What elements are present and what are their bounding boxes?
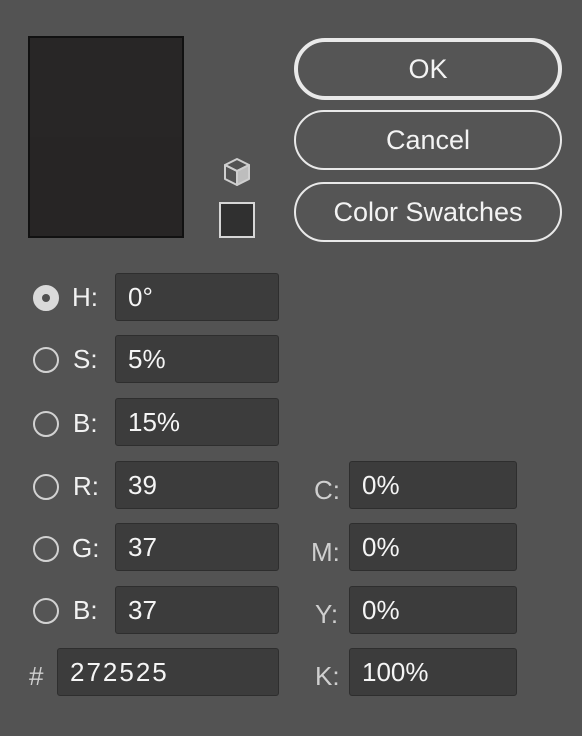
websafe-color-swatch[interactable] <box>219 202 255 238</box>
hex-input[interactable]: 272525 <box>57 648 279 696</box>
cancel-button[interactable]: Cancel <box>294 110 562 170</box>
ok-button[interactable]: OK <box>294 38 562 100</box>
green-radio[interactable] <box>33 536 59 562</box>
cyan-label: C: <box>314 475 340 505</box>
saturation-radio[interactable] <box>33 347 59 373</box>
blue-label: B: <box>73 595 98 625</box>
brightness-label: B: <box>73 408 98 438</box>
green-input[interactable]: 37 <box>115 523 279 571</box>
blue-radio[interactable] <box>33 598 59 624</box>
hue-radio[interactable] <box>33 285 59 311</box>
blue-input[interactable]: 37 <box>115 586 279 634</box>
brightness-input[interactable]: 15% <box>115 398 279 446</box>
magenta-input[interactable]: 0% <box>349 523 517 571</box>
cube-icon[interactable] <box>222 156 252 188</box>
black-input[interactable]: 100% <box>349 648 517 696</box>
cyan-input[interactable]: 0% <box>349 461 517 509</box>
green-label: G: <box>72 533 100 563</box>
color-preview <box>28 36 184 238</box>
black-label: K: <box>315 661 340 691</box>
color-swatches-button[interactable]: Color Swatches <box>294 182 562 242</box>
magenta-label: M: <box>311 537 340 567</box>
red-label: R: <box>73 471 99 501</box>
red-radio[interactable] <box>33 474 59 500</box>
brightness-radio[interactable] <box>33 411 59 437</box>
yellow-label: Y: <box>315 599 339 629</box>
saturation-label: S: <box>73 344 98 374</box>
new-color-swatch <box>30 38 182 138</box>
red-input[interactable]: 39 <box>115 461 279 509</box>
current-color-swatch[interactable] <box>30 137 182 236</box>
hue-label: H: <box>72 282 98 312</box>
hex-label: # <box>29 661 44 691</box>
yellow-input[interactable]: 0% <box>349 586 517 634</box>
hue-input[interactable]: 0° <box>115 273 279 321</box>
saturation-input[interactable]: 5% <box>115 335 279 383</box>
